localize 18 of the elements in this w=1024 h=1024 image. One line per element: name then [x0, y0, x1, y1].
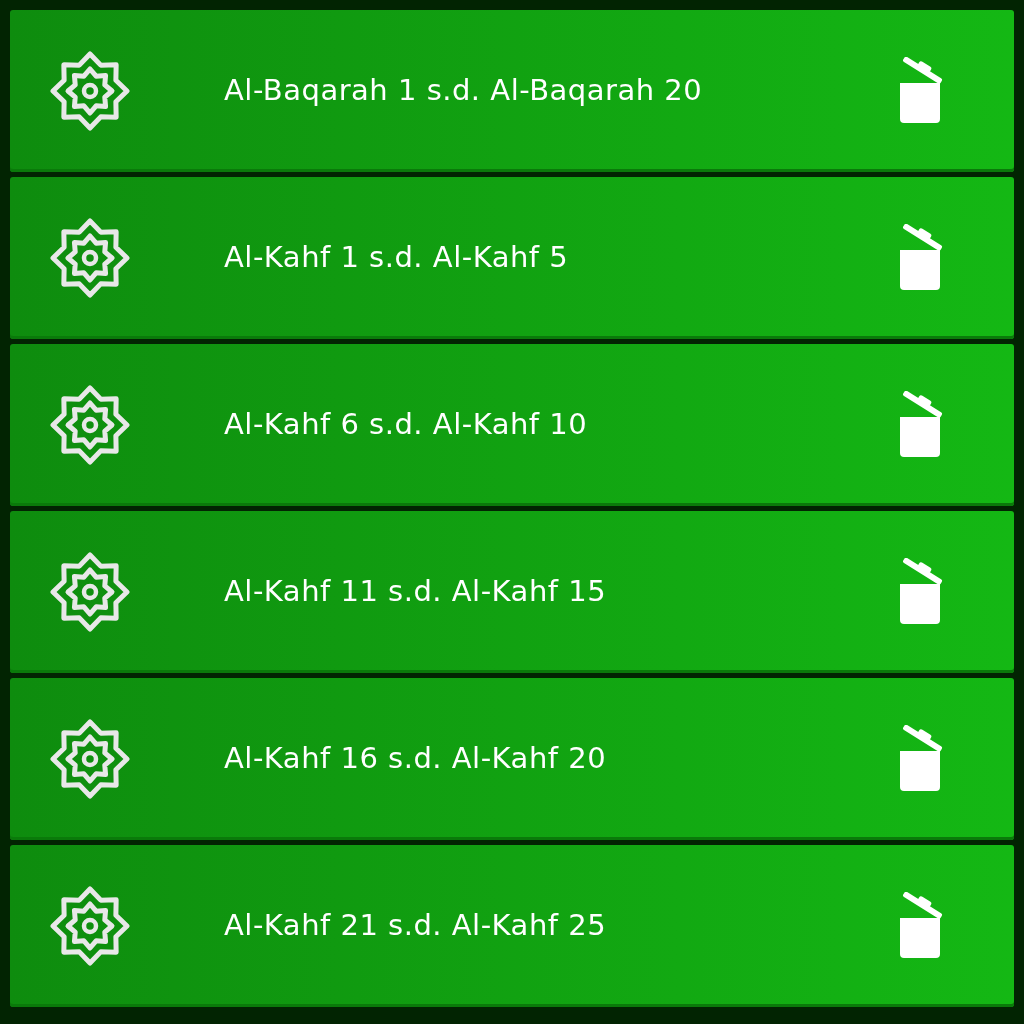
star-ornament-icon	[50, 886, 130, 966]
star-ornament-icon	[50, 385, 130, 465]
star-ornament-icon	[50, 719, 130, 799]
item-label: Al-Kahf 6 s.d. Al-Kahf 10	[224, 406, 589, 444]
item-label: Al-Kahf 1 s.d. Al-Kahf 5	[224, 239, 570, 277]
item-label: Al-Kahf 11 s.d. Al-Kahf 15	[224, 573, 608, 611]
item-label: Al-Baqarah 1 s.d. Al-Baqarah 20	[224, 72, 704, 110]
list-row[interactable]: Al-Kahf 11 s.d. Al-Kahf 15	[10, 511, 1014, 673]
list-row[interactable]: Al-Kahf 6 s.d. Al-Kahf 10	[10, 344, 1014, 506]
list-row[interactable]: Al-Baqarah 1 s.d. Al-Baqarah 20	[10, 10, 1014, 172]
item-label: Al-Kahf 21 s.d. Al-Kahf 25	[224, 907, 608, 945]
list-row[interactable]: Al-Kahf 1 s.d. Al-Kahf 5	[10, 177, 1014, 339]
star-ornament-icon	[50, 218, 130, 298]
item-label: Al-Kahf 16 s.d. Al-Kahf 20	[224, 740, 608, 778]
list-row[interactable]: Al-Kahf 21 s.d. Al-Kahf 25	[10, 845, 1014, 1007]
list-row[interactable]: Al-Kahf 16 s.d. Al-Kahf 20	[10, 678, 1014, 840]
star-ornament-icon	[50, 51, 130, 131]
star-ornament-icon	[50, 552, 130, 632]
